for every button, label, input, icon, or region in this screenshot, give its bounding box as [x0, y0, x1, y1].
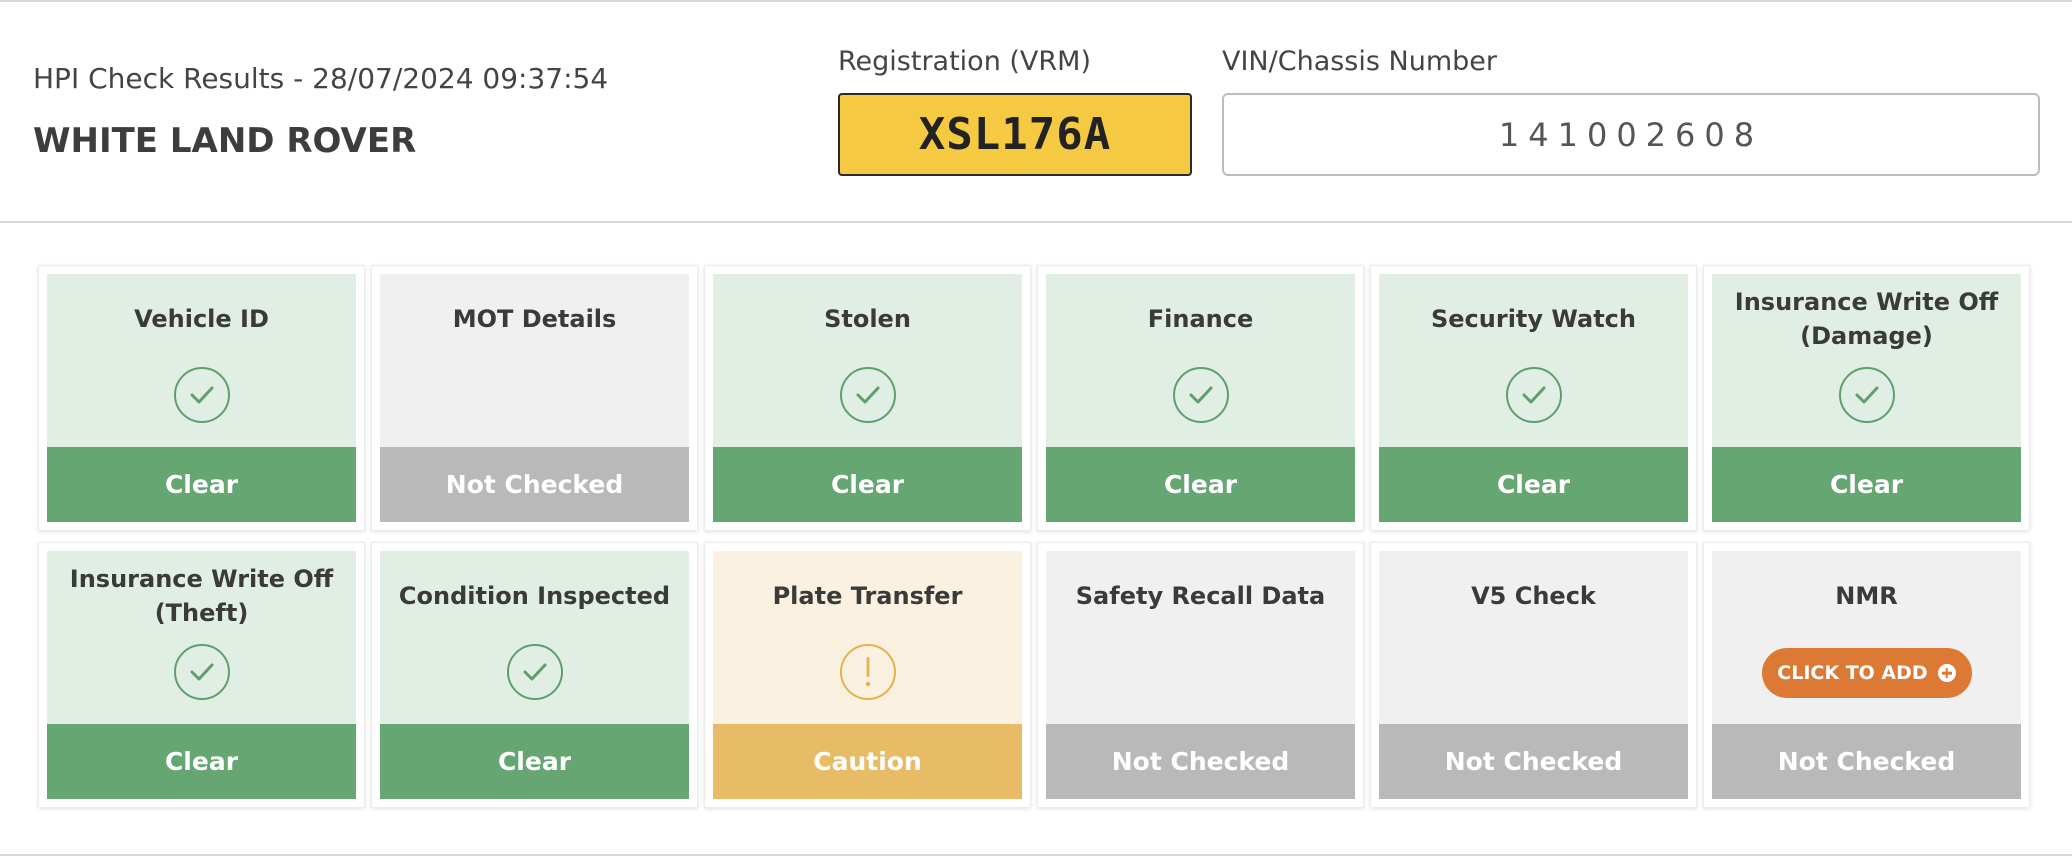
check-title: V5 Check [1471, 582, 1596, 611]
check-card-v5-check: V5 Check Not Checked [1370, 542, 1697, 808]
check-card-insurance-write-off-damage: Insurance Write Off (Damage) Clear [1703, 265, 2030, 531]
check-results-grid: Vehicle ID Clear MOT Details Not Checked… [38, 265, 2030, 808]
check-title: NMR [1835, 582, 1898, 611]
check-card-security-watch: Security Watch Clear [1370, 265, 1697, 531]
check-title: Plate Transfer [772, 582, 963, 611]
check-title: Finance [1147, 305, 1254, 334]
check-card-finance: Finance Clear [1037, 265, 1364, 531]
registration-plate: XSL176A [838, 93, 1192, 176]
check-icon [173, 644, 230, 700]
status-badge: Clear [1712, 447, 2021, 522]
status-badge: Not Checked [1712, 724, 2021, 799]
check-card-insurance-write-off-theft: Insurance Write Off (Theft) Clear [38, 542, 365, 808]
top-divider [0, 0, 2072, 2]
click-to-add-label: CLICK TO ADD [1777, 662, 1928, 684]
check-card-mot-details: MOT Details Not Checked [371, 265, 698, 531]
registration-label: Registration (VRM) [838, 46, 1091, 77]
header-divider [0, 221, 2072, 223]
check-title: Safety Recall Data [1075, 582, 1326, 611]
check-results-title: HPI Check Results - 28/07/2024 09:37:54 [33, 62, 609, 95]
status-badge: Not Checked [1046, 724, 1355, 799]
status-badge: Clear [1379, 447, 1688, 522]
click-to-add-button[interactable]: CLICK TO ADD [1761, 648, 1972, 698]
check-title: Security Watch [1430, 305, 1636, 334]
check-card-vehicle-id: Vehicle ID Clear [38, 265, 365, 531]
check-icon [506, 644, 563, 700]
status-badge: Clear [713, 447, 1022, 522]
status-badge: Clear [47, 724, 356, 799]
check-card-condition-inspected: Condition Inspected Clear [371, 542, 698, 808]
status-badge: Not Checked [1379, 724, 1688, 799]
status-badge: Clear [1046, 447, 1355, 522]
header-summary: HPI Check Results - 28/07/2024 09:37:54 … [33, 62, 608, 161]
check-card-stolen: Stolen Clear [704, 265, 1031, 531]
status-badge: Clear [47, 447, 356, 522]
status-badge: Caution [713, 724, 1022, 799]
check-card-plate-transfer: Plate Transfer Caution [704, 542, 1031, 808]
exclamation-icon [839, 644, 896, 700]
check-icon [839, 367, 896, 423]
check-title: Insurance Write Off (Damage) [1734, 288, 1999, 350]
check-title: Vehicle ID [134, 305, 269, 334]
vin-label: VIN/Chassis Number [1222, 46, 1497, 77]
status-badge: Not Checked [380, 447, 689, 522]
vin-field: 141002608 [1222, 93, 2040, 176]
check-icon [173, 367, 230, 423]
check-icon [1172, 367, 1229, 423]
check-card-safety-recall-data: Safety Recall Data Not Checked [1037, 542, 1364, 808]
check-icon [1505, 367, 1562, 423]
check-title: Stolen [824, 305, 911, 334]
check-icon [1838, 367, 1895, 423]
status-badge: Clear [380, 724, 689, 799]
check-title: Condition Inspected [398, 582, 671, 611]
check-title: Insurance Write Off (Theft) [69, 565, 334, 627]
vehicle-description: WHITE LAND ROVER [33, 121, 417, 161]
check-title: MOT Details [452, 305, 617, 334]
plus-circle-icon [1937, 664, 1956, 682]
check-card-nmr: NMR CLICK TO ADD Not Checked [1703, 542, 2030, 808]
